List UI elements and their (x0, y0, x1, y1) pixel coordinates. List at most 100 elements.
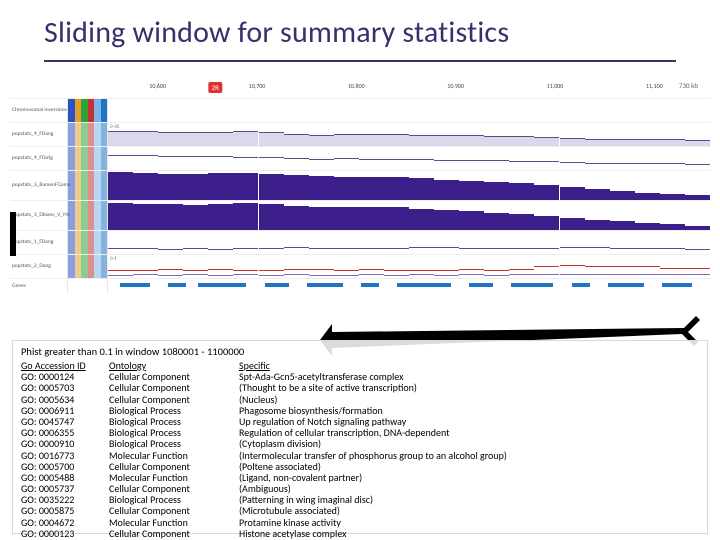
gene-segment (120, 283, 150, 287)
ruler-tick: 11,000 (547, 82, 564, 90)
track-data: 0-1 (108, 255, 710, 278)
colorbar-swatch (101, 255, 108, 278)
gene-segment (469, 283, 493, 287)
ruler-tick: 11,100 (646, 82, 663, 90)
go-ontology: Cellular Component (109, 394, 229, 405)
colorbar-swatch (101, 171, 108, 200)
go-specific: (Intermolecular transfer of phosphorus g… (239, 450, 699, 461)
go-accession: GO: 0006911 (21, 405, 99, 416)
title-underline (44, 60, 676, 62)
go-accession: GO: 0005737 (21, 483, 99, 494)
go-panel: Phist greater than 0.1 in window 1080001… (12, 340, 708, 534)
go-specific: Phagosome biosynthesis/formation (239, 405, 699, 416)
go-header: Specific (239, 360, 699, 371)
go-accession: GO: 0006355 (21, 427, 99, 438)
ruler: 730 kb 2R 10,600 10,700 10,800 10,900 11,000… (108, 82, 704, 96)
track-row: Genes (10, 278, 710, 294)
go-ontology: Cellular Component (109, 461, 229, 472)
go-ontology: Biological Process (109, 494, 229, 505)
go-ontology: Molecular Function (109, 517, 229, 528)
gene-segment (662, 283, 692, 287)
track-colorbar (68, 279, 108, 294)
ruler-length: 730 kb (679, 81, 698, 90)
go-specific: Up regulation of Notch signaling pathway (239, 416, 699, 427)
track-data: 0-30 (108, 123, 710, 146)
go-header: Go Accession ID (21, 360, 99, 371)
go-ontology: Biological Process (109, 416, 229, 427)
gene-segment (511, 283, 553, 287)
go-accession: GO: 0005700 (21, 461, 99, 472)
gene-segment (608, 283, 644, 287)
track-label: popstats_2_Dang (10, 255, 68, 278)
colorbar-swatch (101, 201, 108, 230)
go-ontology: Molecular Function (109, 450, 229, 461)
track-label: popstats_3_Dbians_V_Mc (10, 201, 68, 230)
track-colorbar (68, 231, 108, 254)
track-row: Chromosomal inversions (10, 98, 710, 122)
go-specific: (Nucleus) (239, 394, 699, 405)
track-label: popstats_3_BamenFGame (10, 171, 68, 200)
go-specific: (Ambiguous) (239, 483, 699, 494)
track-data (108, 201, 710, 230)
go-accession: GO: 0035222 (21, 494, 99, 505)
track-label: Genes (10, 279, 68, 294)
go-specific: Regulation of cellular transcription, DN… (239, 427, 699, 438)
page-title: Sliding window for summary statistics (0, 0, 720, 51)
track-label: popstats_4_FOutg (10, 147, 68, 170)
go-specific: (Microtubule associated) (239, 505, 699, 516)
track-data (108, 279, 710, 294)
track-data (108, 171, 710, 200)
ruler-tick: 10,800 (348, 82, 365, 90)
go-specific: Spt-Ada-Gcn5-acetyltransferase complex (239, 371, 699, 382)
gene-segment (361, 283, 379, 287)
go-accession: GO: 0005703 (21, 382, 99, 393)
go-ontology: Cellular Component (109, 382, 229, 393)
track-data (108, 99, 710, 122)
go-specific: (Thought to be a site of active transcri… (239, 382, 699, 393)
go-accession: GO: 0000124 (21, 371, 99, 382)
ruler-tick: 10,600 (149, 82, 166, 90)
track-row: popstats_2_Dang 0-1 (10, 254, 710, 278)
go-specific: Protamine kinase activity (239, 517, 699, 528)
track-row: popstats_3_Dbians_V_Mc (10, 200, 710, 230)
go-accession: GO: 0004672 (21, 517, 99, 528)
colorbar-swatch (101, 123, 108, 146)
browser-frame: 730 kb 2R 10,600 10,700 10,800 10,900 11,000… (10, 72, 710, 332)
go-panel-title: Phist greater than 0.1 in window 1080001… (21, 345, 699, 358)
go-ontology: Cellular Component (109, 483, 229, 494)
go-table: Go Accession IDOntologySpecificGO: 00001… (21, 360, 699, 539)
track-label: popstats_4_FDang (10, 123, 68, 146)
go-accession: GO: 0045747 (21, 416, 99, 427)
gene-segment (265, 283, 289, 287)
ruler-tick: 10,700 (249, 82, 266, 90)
slide-root: Sliding window for summary statistics 73… (0, 0, 720, 540)
track-data (108, 231, 710, 254)
ruler-tick: 10,900 (447, 82, 464, 90)
go-specific: Histone acetylase complex (239, 528, 699, 539)
track-colorbar (68, 99, 108, 122)
go-accession: GO: 0000910 (21, 438, 99, 449)
track-data (108, 147, 710, 170)
track-label: Chromosomal inversions (10, 99, 68, 122)
chrom-badge: 2R (209, 82, 222, 93)
track-stack: Chromosomal inversionspopstats_4_FDang 0-… (10, 98, 710, 332)
colorbar-swatch (101, 147, 108, 170)
go-specific: (Patterning in wing imaginal disc) (239, 494, 699, 505)
gene-segment (307, 283, 343, 287)
track-colorbar (68, 147, 108, 170)
go-ontology: Biological Process (109, 405, 229, 416)
go-accession: GO: 0005488 (21, 472, 99, 483)
go-ontology: Cellular Component (109, 528, 229, 539)
track-row: popstats_4_FOutg (10, 146, 710, 170)
gene-segment (198, 283, 246, 287)
track-colorbar (68, 201, 108, 230)
gene-segment (572, 283, 590, 287)
genome-browser: 730 kb 2R 10,600 10,700 10,800 10,900 11,000… (10, 72, 710, 332)
go-specific: (Poltene associated) (239, 461, 699, 472)
track-colorbar (68, 255, 108, 278)
axis-range-label: 0-30 (110, 124, 119, 130)
track-row: popstats_4_FDang 0-30 (10, 122, 710, 146)
go-ontology: Cellular Component (109, 371, 229, 382)
go-specific: (Ligand, non-covalent partner) (239, 472, 699, 483)
go-ontology: Biological Process (109, 427, 229, 438)
